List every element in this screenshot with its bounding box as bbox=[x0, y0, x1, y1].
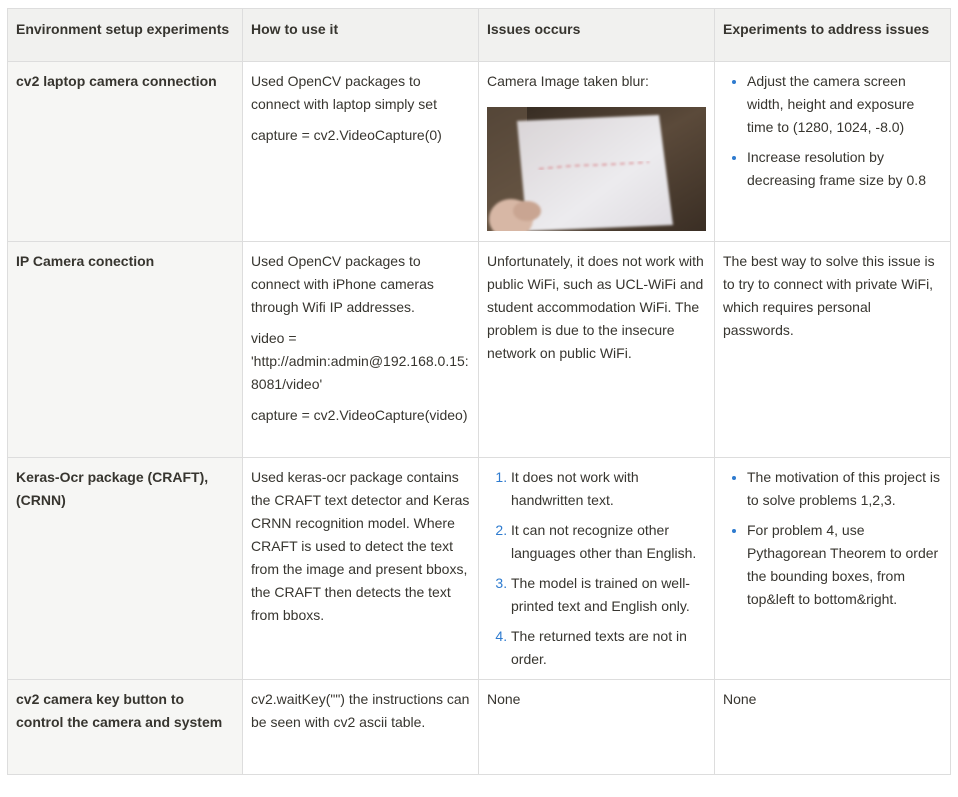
cell-text: Unfortunately, it does not work with pub… bbox=[487, 253, 704, 361]
list-item: It does not work with handwritten text. bbox=[511, 466, 706, 512]
list-item: Increase resolution by decreasing frame … bbox=[747, 146, 942, 192]
bullet-list: The motivation of this project is to sol… bbox=[723, 466, 942, 611]
table-cell-address: The best way to solve this issue is to t… bbox=[714, 241, 951, 458]
numbered-list: It does not work with handwritten text. … bbox=[487, 466, 706, 671]
table-row: Keras-Ocr package (CRAFT), (CRNN) Used k… bbox=[7, 457, 951, 680]
cell-text: Camera Image taken blur: bbox=[487, 73, 649, 89]
list-item: It can not recognize other languages oth… bbox=[511, 519, 706, 565]
table-cell-address: The motivation of this project is to sol… bbox=[714, 457, 951, 680]
bullet-list: Adjust the camera screen width, height a… bbox=[723, 70, 942, 192]
list-item: The returned texts are not in order. bbox=[511, 625, 706, 671]
table-cell-issues: Unfortunately, it does not work with pub… bbox=[478, 241, 715, 458]
blurry-paper-image bbox=[487, 107, 706, 231]
cell-code: video = 'http://admin:admin@192.168.0.15… bbox=[251, 330, 469, 392]
cell-text: None bbox=[723, 691, 757, 707]
list-item: The model is trained on well-printed tex… bbox=[511, 572, 706, 618]
table-cell-issues: It does not work with handwritten text. … bbox=[478, 457, 715, 680]
table-header-row: Environment setup experiments How to use… bbox=[7, 8, 951, 62]
cell-code: capture = cv2.VideoCapture(video) bbox=[251, 407, 468, 423]
table-cell-address: None bbox=[714, 679, 951, 775]
table-cell-how: cv2.waitKey("") the instructions can be … bbox=[242, 679, 479, 775]
table-cell-issues: None bbox=[478, 679, 715, 775]
column-header: How to use it bbox=[242, 8, 479, 62]
row-header: Keras-Ocr package (CRAFT), (CRNN) bbox=[7, 457, 243, 680]
table-row: cv2 laptop camera connection Used OpenCV… bbox=[7, 61, 951, 242]
experiments-table: Environment setup experiments How to use… bbox=[7, 8, 951, 775]
row-header: cv2 laptop camera connection bbox=[7, 61, 243, 242]
blurry-camera-image bbox=[487, 107, 706, 231]
cell-text: None bbox=[487, 691, 521, 707]
cell-text: Used keras-ocr package contains the CRAF… bbox=[251, 469, 470, 623]
column-header: Environment setup experiments bbox=[7, 8, 243, 62]
table-cell-issues: Camera Image taken blur: bbox=[478, 61, 715, 242]
list-item: The motivation of this project is to sol… bbox=[747, 466, 942, 512]
row-header: IP Camera conection bbox=[7, 241, 243, 458]
cell-text: Used OpenCV packages to connect with lap… bbox=[251, 73, 437, 112]
row-header: cv2 camera key button to control the cam… bbox=[7, 679, 243, 775]
list-item: For problem 4, use Pythagorean Theorem t… bbox=[747, 519, 942, 611]
table-cell-address: Adjust the camera screen width, height a… bbox=[714, 61, 951, 242]
cell-code: capture = cv2.VideoCapture(0) bbox=[251, 127, 442, 143]
cell-text: cv2.waitKey("") the instructions can be … bbox=[251, 691, 470, 730]
table-cell-how: Used OpenCV packages to connect with lap… bbox=[242, 61, 479, 242]
column-header: Experiments to address issues bbox=[714, 8, 951, 62]
table-cell-how: Used OpenCV packages to connect with iPh… bbox=[242, 241, 479, 458]
cell-text: Used OpenCV packages to connect with iPh… bbox=[251, 253, 434, 315]
cell-text: The best way to solve this issue is to t… bbox=[723, 253, 935, 338]
table-row: cv2 camera key button to control the cam… bbox=[7, 679, 951, 775]
column-header: Issues occurs bbox=[478, 8, 715, 62]
table-row: IP Camera conection Used OpenCV packages… bbox=[7, 241, 951, 458]
table-cell-how: Used keras-ocr package contains the CRAF… bbox=[242, 457, 479, 680]
list-item: Adjust the camera screen width, height a… bbox=[747, 70, 942, 139]
